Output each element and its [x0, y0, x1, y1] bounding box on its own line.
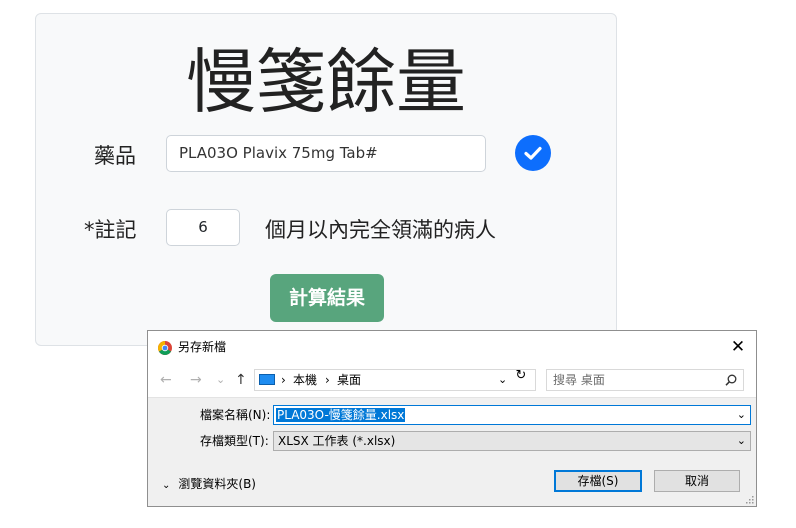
dialog-titlebar: 另存新檔 ✕: [148, 331, 756, 363]
cancel-button[interactable]: 取消: [654, 470, 740, 492]
months-input[interactable]: 6: [166, 209, 240, 246]
filetype-dropdown-icon: ⌄: [736, 434, 746, 447]
filename-dropdown-icon[interactable]: ⌄: [737, 408, 746, 422]
filename-label: 檔案名稱(N):: [200, 408, 271, 422]
breadcrumb-separator: ›: [281, 373, 286, 387]
months-suffix-text: 個月以內完全領滿的病人: [265, 218, 496, 242]
chrome-icon: [158, 341, 172, 355]
forward-button[interactable]: →: [190, 372, 202, 388]
calculate-button[interactable]: 計算結果: [270, 274, 384, 322]
filetype-label: 存檔類型(T):: [200, 434, 269, 448]
back-button[interactable]: ←: [160, 372, 172, 388]
filetype-value: XLSX 工作表 (*.xlsx): [278, 434, 396, 448]
close-icon[interactable]: ✕: [728, 336, 748, 358]
breadcrumb-this-pc[interactable]: 本機: [293, 373, 317, 387]
drug-label: 藥品: [94, 144, 136, 168]
confirm-check-button[interactable]: [515, 135, 551, 171]
address-dropdown-icon[interactable]: ⌄: [498, 373, 507, 387]
navigation-bar: ← → ⌄ ↑ › 本機 › 桌面 ⌄ ↻ 搜尋 桌面: [148, 363, 756, 398]
filetype-select[interactable]: XLSX 工作表 (*.xlsx) ⌄: [273, 431, 751, 451]
file-fields: 檔案名稱(N): PLA03O-慢箋餘量.xlsx ⌄ 存檔類型(T): XLS…: [148, 398, 756, 468]
search-box[interactable]: 搜尋 桌面: [546, 369, 744, 391]
chevron-down-icon: ⌄: [162, 480, 171, 491]
note-label: *註記: [84, 218, 137, 242]
breadcrumb-desktop[interactable]: 桌面: [337, 373, 361, 387]
filename-value: PLA03O-慢箋餘量.xlsx: [276, 408, 406, 422]
up-button[interactable]: ↑: [235, 372, 247, 388]
browse-folders-label: 瀏覽資料夾(B): [178, 477, 256, 491]
checkmark-icon: [524, 146, 542, 160]
computer-icon: [259, 374, 275, 385]
leftover-form-card: 慢箋餘量 藥品 PLA03O Plavix 75mg Tab# *註記 6 個月…: [35, 13, 617, 346]
search-placeholder: 搜尋 桌面: [553, 373, 605, 387]
recent-locations-button[interactable]: ⌄: [216, 372, 225, 388]
drug-input[interactable]: PLA03O Plavix 75mg Tab#: [166, 135, 486, 172]
save-button[interactable]: 存檔(S): [554, 470, 642, 492]
dialog-title: 另存新檔: [178, 340, 227, 354]
resize-grip-icon[interactable]: [746, 496, 754, 504]
filename-input[interactable]: PLA03O-慢箋餘量.xlsx ⌄: [273, 405, 751, 425]
breadcrumb-separator: ›: [325, 373, 330, 387]
page-title: 慢箋餘量: [186, 41, 466, 123]
save-as-dialog: 另存新檔 ✕ ← → ⌄ ↑ › 本機 › 桌面 ⌄ ↻ 搜尋 桌面 檔案名稱(…: [147, 330, 757, 507]
address-bar[interactable]: › 本機 › 桌面: [254, 369, 536, 391]
refresh-icon[interactable]: ↻: [512, 367, 530, 385]
browse-folders-toggle[interactable]: ⌄ 瀏覽資料夾(B): [162, 477, 256, 493]
search-icon: [725, 374, 737, 386]
